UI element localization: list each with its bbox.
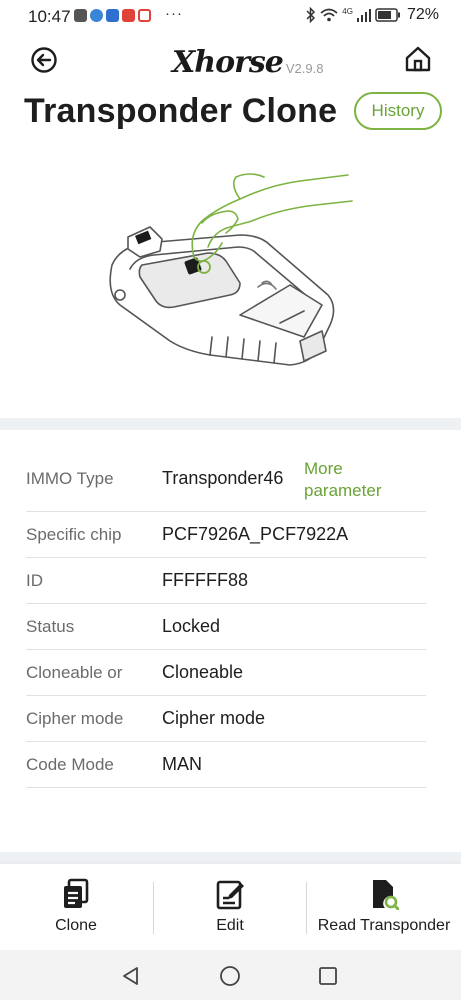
- history-button[interactable]: History: [354, 92, 442, 130]
- back-arrow-icon: [31, 47, 57, 73]
- info-row-cipher-mode: Cipher mode Cipher mode: [26, 696, 426, 742]
- xhorse-logo: Xhorse V2.9.8: [172, 42, 323, 78]
- info-label: Cipher mode: [26, 708, 124, 728]
- info-value: FFFFFF88: [162, 570, 248, 590]
- status-right: 4G 72%: [306, 6, 439, 24]
- info-value: Cipher mode: [162, 708, 266, 728]
- bottom-action-bar: Clone Edit Read Transponder: [0, 864, 461, 950]
- info-label: Status: [26, 616, 75, 636]
- section-separator-top: [0, 418, 461, 430]
- status-bar: 10:47 ··· 4G 72%: [0, 0, 461, 34]
- info-label: IMMO Type: [26, 468, 114, 488]
- notification-icons: [74, 9, 151, 22]
- key-programmer-illustration: [109, 173, 353, 366]
- info-label: Specific chip: [26, 524, 122, 544]
- status-time: 10:47: [28, 7, 71, 26]
- notification-app-icon: [122, 9, 135, 22]
- edit-label: Edit: [216, 917, 244, 934]
- info-row-code-mode: Code Mode MAN: [26, 742, 426, 788]
- info-row-cloneable: Cloneable or Cloneable: [26, 650, 426, 696]
- info-row-immo-type: IMMO Type Transponder46 More parameter: [26, 446, 426, 512]
- notification-app-icon: [106, 9, 119, 22]
- network-type-label: 4G: [342, 6, 353, 16]
- info-label: ID: [26, 570, 43, 590]
- system-navigation-bar: [0, 950, 461, 1000]
- info-row-specific-chip: Specific chip PCF7926A_PCF7922A: [26, 512, 426, 558]
- action-divider: [153, 882, 154, 934]
- edit-icon: [216, 880, 244, 910]
- more-notifications-icon: ···: [165, 5, 183, 22]
- info-row-id: ID FFFFFF88: [26, 558, 426, 604]
- read-transponder-label: Read Transponder: [317, 917, 451, 934]
- clone-icon: [64, 878, 89, 908]
- action-divider: [306, 882, 307, 934]
- notification-app-icon: [90, 9, 103, 22]
- info-label: Cloneable or: [26, 662, 123, 682]
- page-title: Transponder Clone: [24, 92, 338, 130]
- notification-app-icon: [74, 9, 87, 22]
- logo-text: Xhorse: [172, 45, 284, 80]
- edit-button[interactable]: Edit: [180, 864, 280, 950]
- clone-button[interactable]: Clone: [26, 864, 126, 950]
- section-separator-bottom: [0, 852, 461, 864]
- nav-recents-icon[interactable]: [316, 964, 340, 988]
- transponder-info-list: IMMO Type Transponder46 More parameter S…: [26, 446, 426, 788]
- wifi-icon: [320, 8, 338, 22]
- home-icon: [405, 46, 431, 72]
- notification-app-icon: [138, 9, 151, 22]
- nav-home-icon[interactable]: [218, 964, 242, 988]
- more-parameter-link[interactable]: More parameter: [304, 458, 404, 502]
- info-value: Locked: [162, 616, 221, 636]
- info-value: Transponder46: [162, 468, 284, 488]
- read-transponder-button[interactable]: Read Transponder: [310, 864, 458, 950]
- read-transponder-icon: [373, 880, 399, 910]
- app-version: V2.9.8: [285, 61, 324, 76]
- info-value: PCF7926A_PCF7922A: [162, 524, 349, 544]
- signal-icon: [356, 9, 371, 22]
- clone-label: Clone: [55, 917, 97, 934]
- battery-percent: 72%: [406, 6, 439, 23]
- info-row-status: Status Locked: [26, 604, 426, 650]
- battery-icon: [375, 8, 400, 22]
- home-button[interactable]: [404, 45, 432, 73]
- info-value: MAN: [162, 754, 202, 774]
- back-button[interactable]: [30, 46, 58, 74]
- bluetooth-icon: [306, 7, 316, 23]
- nav-back-icon[interactable]: [119, 964, 143, 988]
- info-label: Code Mode: [26, 754, 114, 774]
- info-value: Cloneable: [162, 662, 244, 682]
